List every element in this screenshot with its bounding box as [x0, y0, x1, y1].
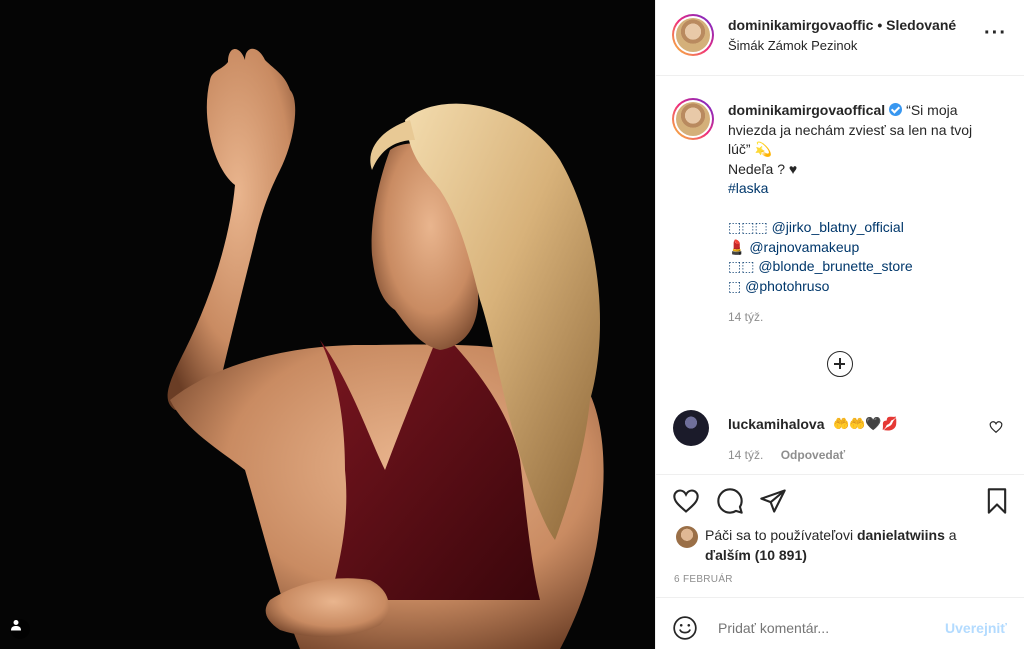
comment-bubble-icon[interactable] [716, 487, 744, 518]
post-comment-button[interactable]: Uverejniť [945, 620, 1007, 636]
follow-status-button[interactable]: Sledované [886, 17, 956, 33]
post-actions: Páči sa to používateľovi danielatwiins a… [656, 474, 1024, 597]
caption-username[interactable]: dominikamirgovaoffical [728, 102, 885, 118]
caption-line: lúč” 💫 [728, 141, 772, 157]
comment-meta: 14 týž. Odpovedať [728, 448, 845, 462]
like-heart-icon[interactable] [672, 487, 700, 518]
comment-like-heart-icon[interactable] [989, 420, 1003, 437]
commenter-avatar[interactable] [673, 410, 709, 446]
emoji-smiley-icon[interactable] [672, 615, 698, 644]
liker-avatar[interactable] [676, 526, 698, 548]
comment-input[interactable] [718, 620, 918, 636]
author-avatar[interactable] [672, 14, 714, 56]
add-comment-bar: Uverejniť [656, 597, 1024, 649]
caption-text: dominikamirgovaoffical “Si moja hviezda j… [728, 101, 1008, 296]
comment-text: 🤲🤲🖤💋 [833, 416, 898, 431]
likes-and: a [948, 527, 957, 543]
mention-link[interactable]: ⬚ @photohruso [728, 277, 1008, 297]
caption-line: Nedeľa ? ♥ [728, 160, 798, 177]
mention-link[interactable]: ⬚⬚⬚ @jirko_blatny_official [728, 218, 1008, 238]
photo-illustration [0, 0, 655, 649]
likes-count-button[interactable]: ďalším (10 891) [705, 547, 807, 563]
likes-prefix: Páči sa to používateľovi [705, 527, 854, 543]
liker-username[interactable]: danielatwiins [857, 527, 945, 543]
hashtag-link[interactable]: #laska [728, 179, 1008, 199]
caption-time[interactable]: 14 týž. [728, 310, 763, 324]
commenter-username[interactable]: luckamihalova [728, 416, 825, 432]
location-link[interactable]: Šimák Zámok Pezinok [728, 38, 857, 53]
caption-author-avatar[interactable] [672, 98, 714, 140]
tagged-user-icon[interactable] [10, 619, 30, 639]
verified-badge-icon [889, 103, 903, 116]
likes-summary: Páči sa to používateľovi danielatwiins a… [705, 526, 1005, 565]
author-username[interactable]: dominikamirgovaoffic [728, 17, 873, 33]
mention-link[interactable]: ⬚⬚ @blonde_brunette_store [728, 257, 1008, 277]
post-sidebar: dominikamirgovaoffic • Sledované Šimák Z… [655, 0, 1024, 649]
separator-dot: • [877, 17, 883, 33]
mention-link[interactable]: 💄 @rajnovamakeup [728, 238, 1008, 258]
post-date[interactable]: 6 FEBRUÁR [674, 574, 733, 585]
post-header: dominikamirgovaoffic • Sledované Šimák Z… [656, 0, 1024, 76]
share-paper-plane-icon[interactable] [759, 487, 787, 518]
load-more-comments-button[interactable] [827, 351, 853, 377]
comment-time[interactable]: 14 týž. [728, 448, 763, 462]
more-horizontal-icon[interactable]: ··· [984, 23, 1007, 43]
header-title: dominikamirgovaoffic • Sledované [728, 17, 956, 33]
post-photo[interactable] [0, 0, 655, 649]
save-bookmark-icon[interactable] [983, 487, 1011, 518]
caption-line: “Si moja [906, 102, 958, 118]
caption-line: hviezda ja nechám zviesť sa len na tvoj [728, 121, 973, 138]
reply-button[interactable]: Odpovedať [781, 448, 845, 462]
caption-section: dominikamirgovaoffical “Si moja hviezda j… [656, 77, 1024, 474]
